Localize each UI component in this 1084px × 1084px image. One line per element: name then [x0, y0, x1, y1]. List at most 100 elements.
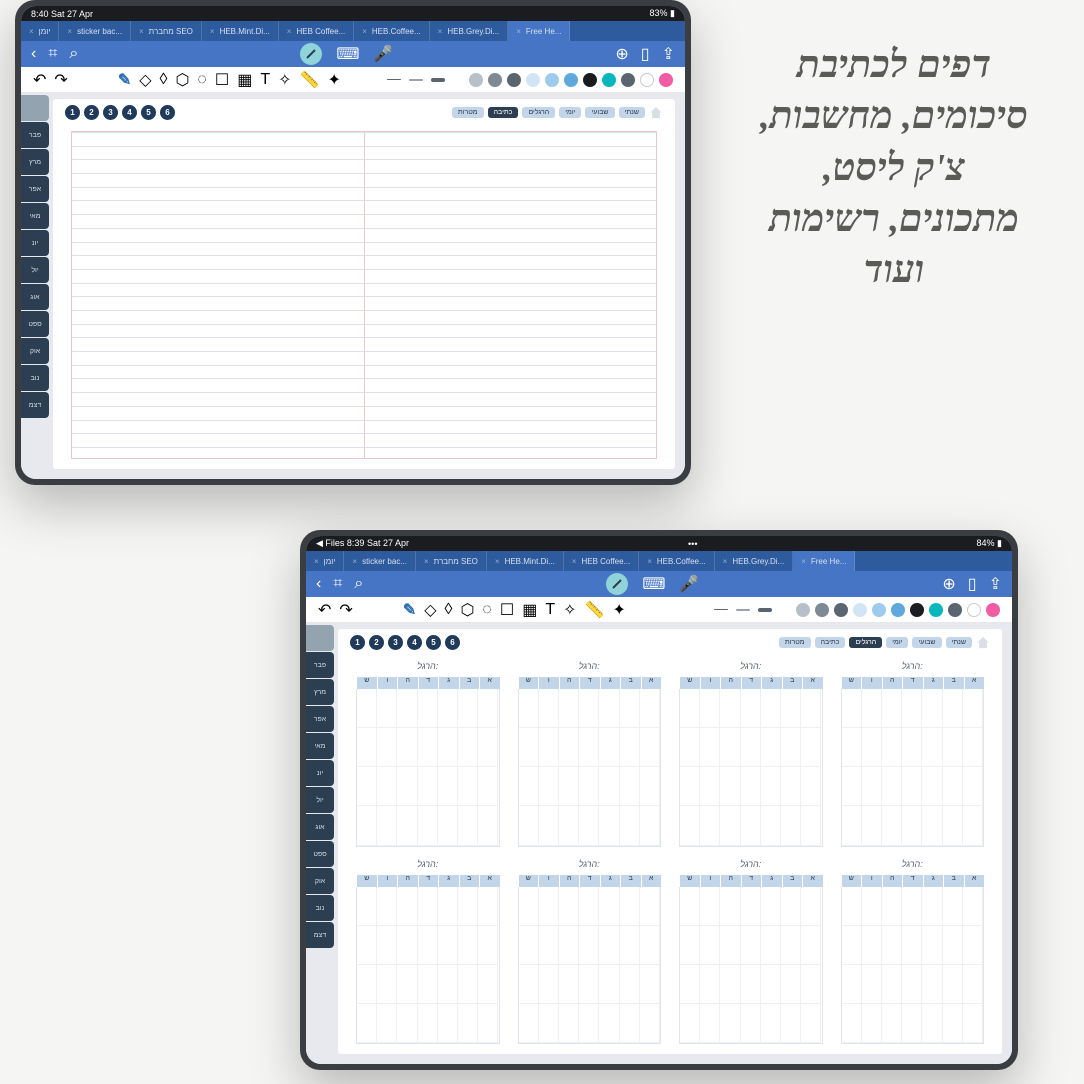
pen-icon[interactable]: ✎ [118, 70, 131, 90]
back-icon[interactable]: ‹ [316, 575, 321, 593]
tab[interactable]: ×מחברת SEO [416, 551, 487, 571]
color-swatch[interactable] [507, 73, 521, 87]
month-tab[interactable]: נוב [21, 365, 49, 391]
tab[interactable]: ×HEB.Grey.Di... [715, 551, 794, 571]
color-swatch[interactable] [815, 603, 829, 617]
month-tab[interactable]: ספט [21, 311, 49, 337]
category-tab[interactable]: הרגלים [849, 637, 882, 648]
close-icon[interactable]: × [29, 27, 34, 36]
stroke-thin[interactable] [387, 79, 401, 80]
color-swatch[interactable] [948, 603, 962, 617]
month-tab[interactable]: יונ [306, 760, 334, 786]
category-tab[interactable]: שבועי [585, 107, 614, 118]
page-number-badge[interactable]: 3 [388, 635, 403, 650]
page-number-badge[interactable]: 4 [122, 105, 137, 120]
grid-icon[interactable]: ⌗ [48, 45, 57, 63]
image-icon[interactable]: ▦ [522, 600, 537, 620]
stroke-med[interactable] [736, 609, 750, 611]
color-swatch[interactable] [659, 73, 673, 87]
stroke-med[interactable] [409, 79, 423, 81]
color-swatch[interactable] [796, 603, 810, 617]
month-tab[interactable]: מאי [21, 203, 49, 229]
add-page-icon[interactable]: ⊕ [615, 44, 628, 64]
bookmark-icon[interactable]: ▯ [641, 44, 650, 64]
page-number-badge[interactable]: 2 [84, 105, 99, 120]
close-icon[interactable]: × [424, 557, 429, 566]
category-tab[interactable]: יומי [886, 637, 908, 648]
month-tab[interactable]: יול [21, 257, 49, 283]
tab[interactable]: ×Free He... [508, 21, 570, 41]
stroke-thick[interactable] [431, 78, 445, 82]
color-swatch[interactable] [910, 603, 924, 617]
pen-icon[interactable]: ✎ [403, 600, 416, 620]
highlighter-icon[interactable]: ◊ [160, 71, 168, 89]
month-tab[interactable]: יונ [21, 230, 49, 256]
category-tab[interactable]: מטרות [779, 637, 811, 648]
color-swatch[interactable] [583, 73, 597, 87]
close-icon[interactable]: × [572, 557, 577, 566]
draw-mode-icon[interactable] [300, 43, 322, 65]
color-swatch[interactable] [564, 73, 578, 87]
close-icon[interactable]: × [287, 27, 292, 36]
month-tab[interactable]: אוק [306, 868, 334, 894]
category-tab[interactable]: כתיבה [815, 637, 846, 648]
search-icon[interactable]: ⌕ [354, 575, 363, 593]
month-tab[interactable]: פבר [21, 122, 49, 148]
month-tab[interactable]: מאי [306, 733, 334, 759]
bookmark-icon[interactable]: ▯ [968, 574, 977, 594]
page-number-badge[interactable]: 6 [445, 635, 460, 650]
close-icon[interactable]: × [210, 27, 215, 36]
month-tab[interactable] [21, 95, 49, 121]
zoom-icon[interactable]: ✦ [328, 70, 341, 90]
add-page-icon[interactable]: ⊕ [942, 574, 955, 594]
mic-icon[interactable]: 🎤 [679, 574, 699, 594]
keyboard-icon[interactable]: ⌨ [642, 574, 665, 594]
page-number-badge[interactable]: 5 [426, 635, 441, 650]
month-tab[interactable]: יול [306, 787, 334, 813]
ruler-icon[interactable]: 📏 [300, 70, 320, 90]
month-tab[interactable]: אפר [306, 706, 334, 732]
color-swatch[interactable] [545, 73, 559, 87]
color-swatch[interactable] [526, 73, 540, 87]
color-swatch[interactable] [640, 73, 654, 87]
ruler-icon[interactable]: 📏 [585, 600, 605, 620]
tab[interactable]: ×HEB.Mint.Di... [487, 551, 564, 571]
color-swatch[interactable] [602, 73, 616, 87]
text-icon[interactable]: T [545, 601, 555, 619]
shape-icon[interactable]: ⬡ [175, 70, 189, 90]
redo-icon[interactable]: ↷ [339, 600, 352, 620]
stroke-thin[interactable] [714, 609, 728, 610]
lasso-icon[interactable]: ◌ [197, 71, 207, 89]
month-tab[interactable]: פבר [306, 652, 334, 678]
color-swatch[interactable] [469, 73, 483, 87]
select-icon[interactable]: ☐ [215, 70, 229, 90]
shape-icon[interactable]: ⬡ [460, 600, 474, 620]
close-icon[interactable]: × [801, 557, 806, 566]
close-icon[interactable]: × [495, 557, 500, 566]
share-icon[interactable]: ⇪ [662, 44, 675, 64]
close-icon[interactable]: × [723, 557, 728, 566]
month-tab[interactable]: אפר [21, 176, 49, 202]
undo-icon[interactable]: ↶ [33, 70, 46, 90]
page-number-badge[interactable]: 5 [141, 105, 156, 120]
color-swatch[interactable] [834, 603, 848, 617]
category-tab[interactable]: שנתי [946, 637, 973, 648]
lasso-icon[interactable]: ◌ [482, 601, 492, 619]
category-tab[interactable]: שנתי [619, 107, 646, 118]
stroke-thick[interactable] [758, 608, 772, 612]
color-swatch[interactable] [488, 73, 502, 87]
image-icon[interactable]: ▦ [237, 70, 252, 90]
page-number-badge[interactable]: 6 [160, 105, 175, 120]
tab[interactable]: ×sticker bac... [344, 551, 416, 571]
search-icon[interactable]: ⌕ [69, 45, 78, 63]
category-tab[interactable]: הרגלים [522, 107, 555, 118]
category-tab[interactable]: מטרות [452, 107, 484, 118]
tab[interactable]: ×HEB Coffee... [279, 21, 354, 41]
month-tab[interactable]: דצמ [21, 392, 49, 418]
color-swatch[interactable] [891, 603, 905, 617]
close-icon[interactable]: × [139, 27, 144, 36]
text-icon[interactable]: T [260, 71, 270, 89]
tab[interactable]: ×יומן [306, 551, 344, 571]
month-tab[interactable]: אוק [21, 338, 49, 364]
back-icon[interactable]: ‹ [31, 45, 36, 63]
